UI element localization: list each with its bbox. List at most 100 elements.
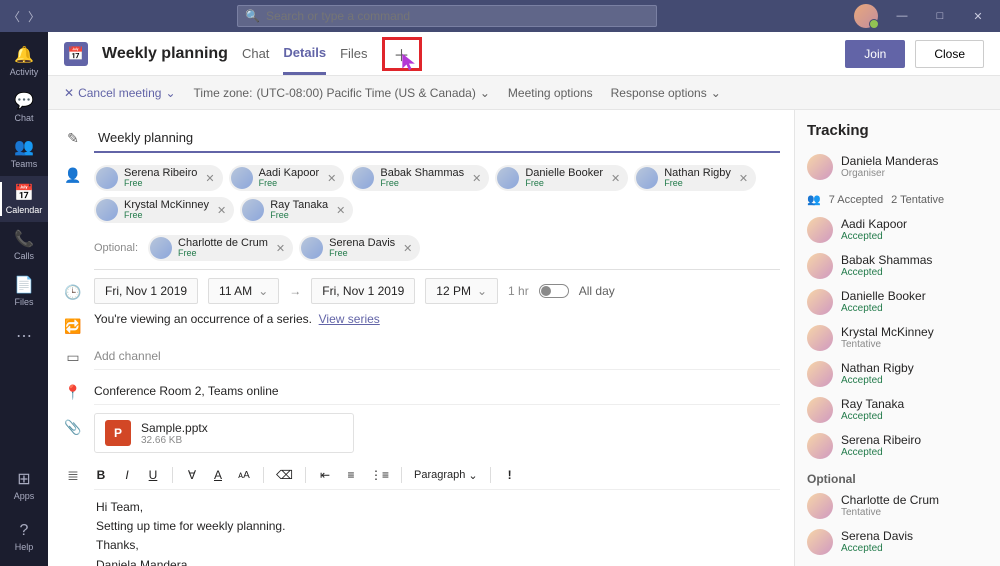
- attendees-field[interactable]: Serena RibeiroFree✕Aadi KapoorFree✕Babak…: [94, 161, 780, 270]
- tracking-person: Babak ShammasAccepted: [807, 248, 988, 284]
- tracking-person: Krystal McKinneyTentative: [807, 320, 988, 356]
- important-button[interactable]: !: [503, 468, 517, 482]
- editor-body[interactable]: Hi Team,Setting up time for weekly plann…: [94, 490, 780, 566]
- bold-button[interactable]: B: [94, 468, 108, 482]
- attachment-item[interactable]: P Sample.pptx 32.66 KB: [94, 413, 354, 453]
- duration-label: 1 hr: [508, 284, 529, 298]
- start-time[interactable]: 11 AM⌄: [208, 278, 279, 304]
- remove-icon[interactable]: ✕: [470, 172, 483, 185]
- tab-details[interactable]: Details: [283, 33, 326, 75]
- end-date[interactable]: Fri, Nov 1 2019: [311, 278, 415, 304]
- join-button[interactable]: Join: [845, 40, 905, 68]
- remove-icon[interactable]: ✕: [737, 172, 750, 185]
- attendee-chip[interactable]: Danielle BookerFree✕: [495, 165, 628, 191]
- profile-avatar[interactable]: [854, 4, 878, 28]
- add-tab-button[interactable]: ＋: [394, 42, 410, 66]
- response-options[interactable]: Response options ⌄: [611, 86, 721, 100]
- meeting-form: ✎ 👤 Serena RibeiroFree✕Aadi KapoorFree✕B…: [48, 110, 794, 566]
- channel-icon: ▭: [62, 343, 84, 366]
- tracking-summary: 👥 7 Accepted 2 Tentative: [807, 193, 988, 206]
- remove-icon[interactable]: ✕: [401, 242, 414, 255]
- start-date[interactable]: Fri, Nov 1 2019: [94, 278, 198, 304]
- search-input[interactable]: [237, 5, 657, 27]
- tracking-person: Serena RibeiroAccepted: [807, 428, 988, 464]
- avatar: [636, 167, 658, 189]
- strike-button[interactable]: ∀: [185, 468, 199, 482]
- end-time[interactable]: 12 PM⌄: [425, 278, 498, 304]
- rail-item-help[interactable]: ?Help: [0, 514, 48, 560]
- attendee-chip[interactable]: Krystal McKinneyFree✕: [94, 197, 234, 223]
- tab-chat[interactable]: Chat: [242, 34, 269, 73]
- rail-item-calls[interactable]: 📞Calls: [0, 222, 48, 268]
- avatar: [807, 253, 833, 279]
- window-minimize[interactable]: ―: [888, 6, 916, 26]
- optional-label: Optional:: [94, 242, 138, 254]
- avatar: [301, 237, 323, 259]
- attendee-chip[interactable]: Serena DavisFree✕: [299, 235, 420, 261]
- attendee-chip[interactable]: Ray TanakaFree✕: [240, 197, 353, 223]
- avatar: [96, 167, 118, 189]
- clear-button[interactable]: ⌫: [276, 468, 293, 482]
- arrow-icon: →: [289, 284, 301, 298]
- remove-icon[interactable]: ✕: [215, 204, 228, 217]
- channel-input[interactable]: Add channel: [94, 343, 780, 370]
- edit-icon: ✎: [62, 124, 84, 147]
- fontcolor-button[interactable]: A: [211, 468, 225, 482]
- tracking-person: Danielle BookerAccepted: [807, 284, 988, 320]
- bullist-button[interactable]: ⋮≡: [370, 468, 389, 482]
- avatar: [807, 325, 833, 351]
- rail-item-apps[interactable]: ⊞Apps: [0, 462, 48, 508]
- indent-button[interactable]: ⇤: [318, 468, 332, 482]
- rail-item-chat[interactable]: 💬Chat: [0, 84, 48, 130]
- avatar: [96, 199, 118, 221]
- avatar: [807, 493, 833, 519]
- chevron-down-icon: ⌄: [165, 86, 175, 100]
- tab-files[interactable]: Files: [340, 34, 367, 73]
- attendee-chip[interactable]: Aadi KapoorFree✕: [229, 165, 345, 191]
- window-maximize[interactable]: □: [926, 6, 954, 26]
- attendee-chip[interactable]: Nathan RigbyFree✕: [634, 165, 756, 191]
- attendee-chip[interactable]: Babak ShammasFree✕: [350, 165, 489, 191]
- avatar: [497, 167, 519, 189]
- attendee-chip[interactable]: Charlotte de CrumFree✕: [148, 235, 293, 261]
- underline-button[interactable]: U: [146, 468, 160, 482]
- app-rail: 🔔Activity💬Chat👥Teams📅Calendar📞Calls📄File…: [0, 32, 48, 566]
- tracking-person: Serena DavisAccepted: [807, 524, 988, 560]
- avatar: [807, 217, 833, 243]
- clock-icon: 🕒: [62, 278, 84, 301]
- remove-icon[interactable]: ✕: [203, 172, 216, 185]
- italic-button[interactable]: I: [120, 468, 134, 482]
- title-input[interactable]: [94, 124, 780, 153]
- paragraph-dropdown[interactable]: Paragraph ⌄: [414, 469, 478, 482]
- rail-item-more[interactable]: ⋯: [0, 314, 48, 360]
- meeting-options[interactable]: Meeting options: [508, 86, 593, 100]
- avatar: [807, 361, 833, 387]
- remove-icon[interactable]: ✕: [334, 204, 347, 217]
- tracking-person: Nathan RigbyAccepted: [807, 356, 988, 392]
- series-hint: You're viewing an occurrence of a series…: [94, 312, 312, 326]
- attachment-size: 32.66 KB: [141, 435, 208, 446]
- attendee-chip[interactable]: Serena RibeiroFree✕: [94, 165, 223, 191]
- rail-item-activity[interactable]: 🔔Activity: [0, 38, 48, 84]
- remove-icon[interactable]: ✕: [609, 172, 622, 185]
- avatar: [807, 433, 833, 459]
- close-button[interactable]: Close: [915, 40, 984, 68]
- nav-forward[interactable]: 〉: [28, 8, 40, 25]
- search-icon: 🔍: [245, 9, 260, 23]
- remove-icon[interactable]: ✕: [274, 242, 287, 255]
- fontsize-button[interactable]: ᴀA: [237, 470, 251, 481]
- allday-toggle[interactable]: [539, 284, 569, 298]
- location-input[interactable]: Conference Room 2, Teams online: [94, 378, 780, 405]
- numlist-button[interactable]: ≡: [344, 468, 358, 482]
- rail-item-calendar[interactable]: 📅Calendar: [0, 176, 48, 222]
- rail-item-files[interactable]: 📄Files: [0, 268, 48, 314]
- rail-item-teams[interactable]: 👥Teams: [0, 130, 48, 176]
- nav-back[interactable]: 〈: [8, 8, 20, 25]
- attachment-name: Sample.pptx: [141, 421, 208, 435]
- view-series-link[interactable]: View series: [319, 312, 380, 326]
- timezone-dropdown[interactable]: Time zone: (UTC-08:00) Pacific Time (US …: [194, 86, 490, 100]
- window-close[interactable]: ✕: [964, 6, 992, 26]
- remove-icon[interactable]: ✕: [325, 172, 338, 185]
- cancel-meeting[interactable]: ✕ Cancel meeting ⌄: [64, 86, 176, 100]
- avatar: [807, 397, 833, 423]
